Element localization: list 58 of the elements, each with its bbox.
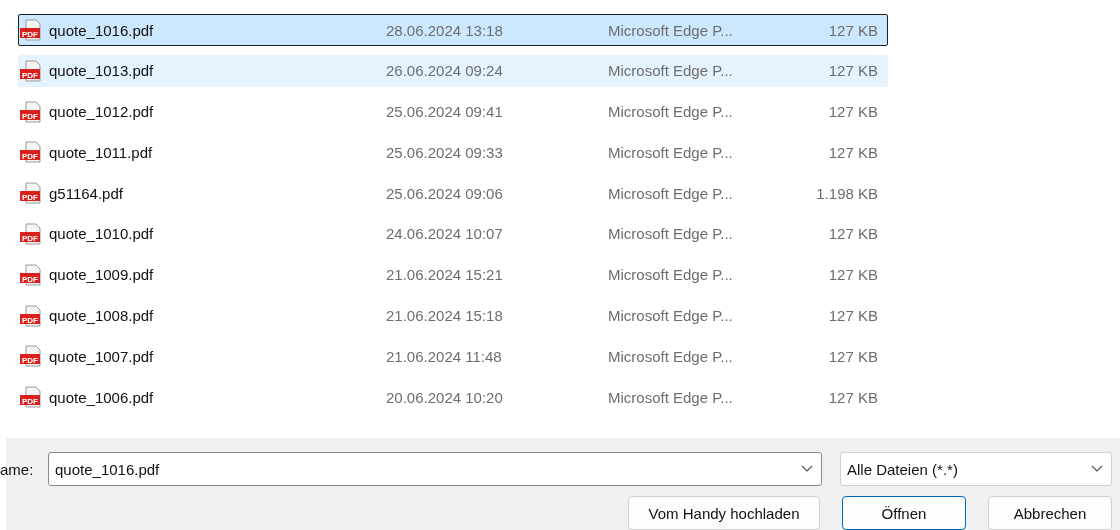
file-name: quote_1009.pdf (49, 266, 155, 284)
file-type: Microsoft Edge P... (608, 266, 734, 284)
file-type: Microsoft Edge P... (608, 225, 734, 243)
file-row[interactable]: PDF quote_1011.pdf 25.06.2024 09:33 Microsoft Edge P... 127 KB (18, 136, 888, 169)
file-date: 26.06.2024 09:24 (386, 62, 504, 80)
file-name: quote_1010.pdf (49, 225, 155, 243)
file-date: 28.06.2024 13:18 (386, 21, 504, 39)
file-row[interactable]: PDF quote_1013.pdf 26.06.2024 09:24 Microsoft Edge P... 127 KB (18, 54, 888, 87)
file-type: Microsoft Edge P... (608, 307, 734, 325)
file-type: Microsoft Edge P... (608, 103, 734, 121)
file-name: quote_1007.pdf (49, 347, 155, 365)
file-name: quote_1008.pdf (49, 307, 155, 325)
file-name: quote_1013.pdf (49, 62, 155, 80)
dialog-button[interactable]: Öffnen (842, 496, 966, 530)
file-type: Microsoft Edge P... (608, 62, 734, 80)
chevron-down-icon (801, 465, 813, 473)
file-size: 127 KB (827, 143, 878, 161)
file-name: quote_1016.pdf (49, 21, 155, 39)
file-name: g51164.pdf (49, 184, 124, 202)
file-date: 20.06.2024 10:20 (386, 388, 504, 406)
dialog-button[interactable]: Vom Handy hochladen (628, 496, 820, 530)
dialog-button[interactable]: Abbrechen (988, 496, 1112, 530)
file-type: Microsoft Edge P... (608, 184, 734, 202)
file-row[interactable]: PDF quote_1007.pdf 21.06.2024 11:48 Microsoft Edge P... 127 KB (18, 340, 888, 373)
file-date: 21.06.2024 11:48 (386, 347, 503, 365)
file-date: 21.06.2024 15:18 (386, 307, 504, 325)
file-size: 1.198 KB (815, 184, 878, 202)
filename-field[interactable]: quote_1016.pdf (48, 452, 822, 486)
file-type-dropdown[interactable]: Alle Dateien (*.*) (840, 452, 1112, 486)
file-size: 127 KB (827, 266, 878, 284)
chevron-down-icon (1091, 465, 1103, 473)
file-date: 21.06.2024 15:21 (386, 266, 504, 284)
file-size: 127 KB (827, 307, 878, 325)
file-type: Microsoft Edge P... (608, 21, 734, 39)
file-size: 127 KB (827, 62, 878, 80)
file-size: 127 KB (827, 21, 878, 39)
file-name: quote_1012.pdf (49, 103, 155, 121)
file-type: Microsoft Edge P... (608, 347, 734, 365)
file-row[interactable]: PDF quote_1010.pdf 24.06.2024 10:07 Microsoft Edge P... 127 KB (18, 218, 888, 250)
file-row[interactable]: PDF quote_1016.pdf 28.06.2024 13:18 Microsoft Edge P... 127 KB (18, 14, 888, 46)
file-row[interactable]: PDF g51164.pdf 25.06.2024 09:06 Microsoft Edge P... 1.198 KB (18, 177, 888, 210)
file-row[interactable]: PDF quote_1008.pdf 21.06.2024 15:18 Microsoft Edge P... 127 KB (18, 299, 888, 332)
file-size: 127 KB (827, 388, 878, 406)
file-date: 25.06.2024 09:33 (386, 143, 504, 161)
file-size: 127 KB (827, 103, 878, 121)
file-name: quote_1011.pdf (49, 143, 154, 161)
file-row[interactable]: PDF quote_1012.pdf 25.06.2024 09:41 Microsoft Edge P... 127 KB (18, 95, 888, 128)
file-date: 25.06.2024 09:06 (386, 184, 504, 202)
file-date: 25.06.2024 09:41 (386, 103, 504, 121)
file-row[interactable]: PDF quote_1009.pdf 21.06.2024 15:21 Microsoft Edge P... 127 KB (18, 258, 888, 291)
file-type: Microsoft Edge P... (608, 143, 734, 161)
file-type: Microsoft Edge P... (608, 388, 734, 406)
file-name: quote_1006.pdf (49, 388, 155, 406)
file-date: 24.06.2024 10:07 (386, 225, 504, 243)
file-size: 127 KB (827, 225, 878, 243)
file-row[interactable]: PDF quote_1006.pdf 20.06.2024 10:20 Microsoft Edge P... 127 KB (18, 381, 888, 414)
filename-label: ame: (0, 460, 35, 478)
file-size: 127 KB (827, 347, 878, 365)
